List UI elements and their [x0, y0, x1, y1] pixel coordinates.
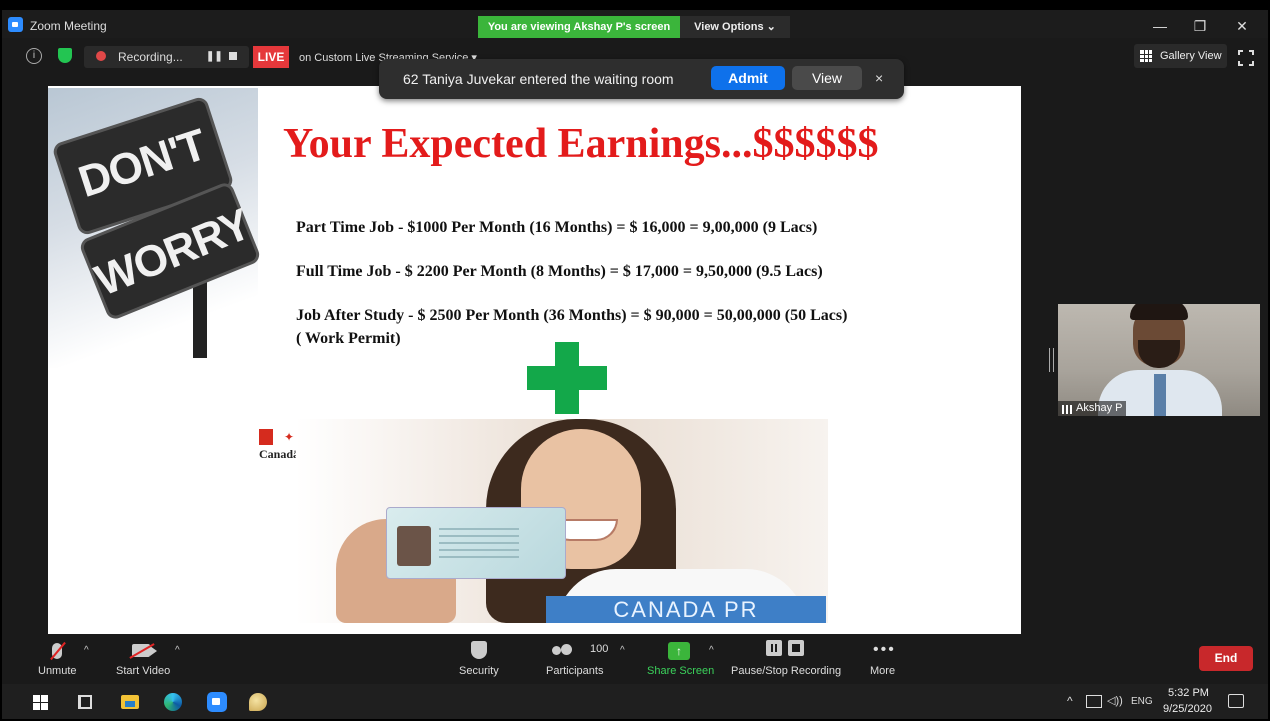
pr-card-photo: CANADA PR	[296, 419, 828, 623]
stop-recording-toolbar-icon[interactable]	[788, 640, 804, 656]
recording-label: Recording...	[118, 50, 183, 64]
earning-line: Full Time Job - $ 2200 Per Month (8 Mont…	[296, 263, 823, 280]
close-window-button[interactable]: ✕	[1222, 14, 1262, 38]
security-shield-icon[interactable]	[471, 641, 487, 659]
pause-recording-toolbar-icon[interactable]	[766, 640, 782, 656]
close-notification-icon[interactable]: ×	[875, 70, 883, 86]
video-options-caret-icon[interactable]: ^	[175, 645, 180, 656]
meeting-info-icon[interactable]: i	[26, 48, 42, 64]
canada-pr-band: CANADA PR	[546, 596, 826, 623]
admit-button[interactable]: Admit	[711, 66, 785, 90]
participant-video-tile[interactable]	[1058, 304, 1260, 416]
more-button[interactable]: More	[870, 665, 895, 677]
minimize-button[interactable]: —	[1140, 14, 1180, 38]
waiting-room-message: 62 Taniya Juvekar entered the waiting ro…	[403, 71, 674, 87]
windows-start-icon[interactable]	[33, 695, 48, 710]
camera-lens-icon	[150, 646, 157, 656]
grid-icon	[1140, 50, 1152, 62]
resize-handle[interactable]	[1049, 348, 1054, 372]
signal-strength-icon	[1062, 405, 1074, 414]
pause-recording-icon[interactable]: ❚❚	[206, 51, 223, 62]
clock-time[interactable]: 5:32 PM	[1168, 687, 1209, 699]
edge-browser-icon[interactable]	[164, 693, 182, 711]
pr-card-text-lines	[439, 528, 519, 562]
share-screen-button[interactable]: Share Screen	[647, 665, 714, 677]
fullscreen-icon[interactable]	[1238, 50, 1254, 66]
audio-options-caret-icon[interactable]: ^	[84, 645, 89, 656]
share-options-caret-icon[interactable]: ^	[709, 645, 714, 656]
windows-taskbar	[0, 684, 1270, 721]
plus-icon-bar	[527, 366, 607, 390]
gallery-view-label: Gallery View	[1160, 50, 1222, 62]
encryption-shield-icon[interactable]	[58, 48, 72, 63]
window-title: Zoom Meeting	[30, 19, 107, 33]
network-icon[interactable]	[1086, 695, 1102, 708]
clock-date[interactable]: 9/25/2020	[1163, 703, 1212, 715]
start-video-button[interactable]: Start Video	[116, 665, 170, 677]
stop-recording-icon[interactable]	[229, 52, 237, 60]
restore-button[interactable]: ❐	[1180, 14, 1220, 38]
notifications-icon[interactable]	[1228, 694, 1244, 708]
earning-line: Job After Study - $ 2500 Per Month (36 M…	[296, 307, 848, 324]
pr-card	[386, 507, 566, 579]
earning-line: Part Time Job - $1000 Per Month (16 Mont…	[296, 219, 818, 236]
viewing-screen-banner: You are viewing Akshay P's screen	[478, 16, 680, 38]
person-tie	[1154, 374, 1166, 416]
view-waiting-room-button[interactable]: View	[792, 66, 862, 90]
volume-icon[interactable]: ◁))	[1107, 694, 1123, 707]
input-language[interactable]: ENG	[1131, 696, 1153, 707]
paint-app-icon[interactable]	[249, 693, 267, 711]
shared-screen-slide: DON'T WORRY Your Expected Earnings...$$$…	[48, 86, 1021, 634]
participants-caret-icon[interactable]: ^	[620, 645, 625, 656]
participants-count: 100	[590, 643, 609, 655]
pause-stop-recording-button[interactable]: Pause/Stop Recording	[731, 665, 841, 677]
person-hair	[1130, 304, 1188, 320]
slide-title: Your Expected Earnings...$$$$$$	[283, 121, 879, 167]
recording-dot-icon	[96, 51, 106, 61]
canada-wordmark: Canadä	[259, 447, 300, 461]
top-strip	[0, 0, 1270, 10]
person-beard	[1138, 340, 1180, 368]
dont-worry-image: DON'T WORRY	[48, 88, 263, 368]
earning-line: ( Work Permit)	[296, 330, 401, 347]
zoom-logo-icon	[8, 17, 23, 32]
end-meeting-button[interactable]: End	[1199, 646, 1253, 671]
security-button[interactable]: Security	[459, 665, 499, 677]
show-hidden-icons-icon[interactable]: ^	[1067, 694, 1073, 708]
zoom-taskbar-icon[interactable]	[207, 692, 227, 712]
flag-left-band	[259, 429, 273, 445]
live-badge: LIVE	[253, 46, 289, 68]
meeting-toolbar	[0, 634, 1270, 684]
more-icon[interactable]: •••	[873, 641, 896, 659]
unmute-button[interactable]: Unmute	[38, 665, 77, 677]
share-screen-icon[interactable]: ↑	[668, 642, 690, 660]
participants-icon[interactable]	[552, 644, 572, 657]
file-explorer-icon[interactable]	[121, 695, 139, 709]
view-options-button[interactable]: View Options ⌄	[680, 16, 790, 38]
participants-button[interactable]: Participants	[546, 665, 603, 677]
pr-card-portrait	[397, 526, 431, 566]
task-view-icon[interactable]	[78, 695, 92, 709]
